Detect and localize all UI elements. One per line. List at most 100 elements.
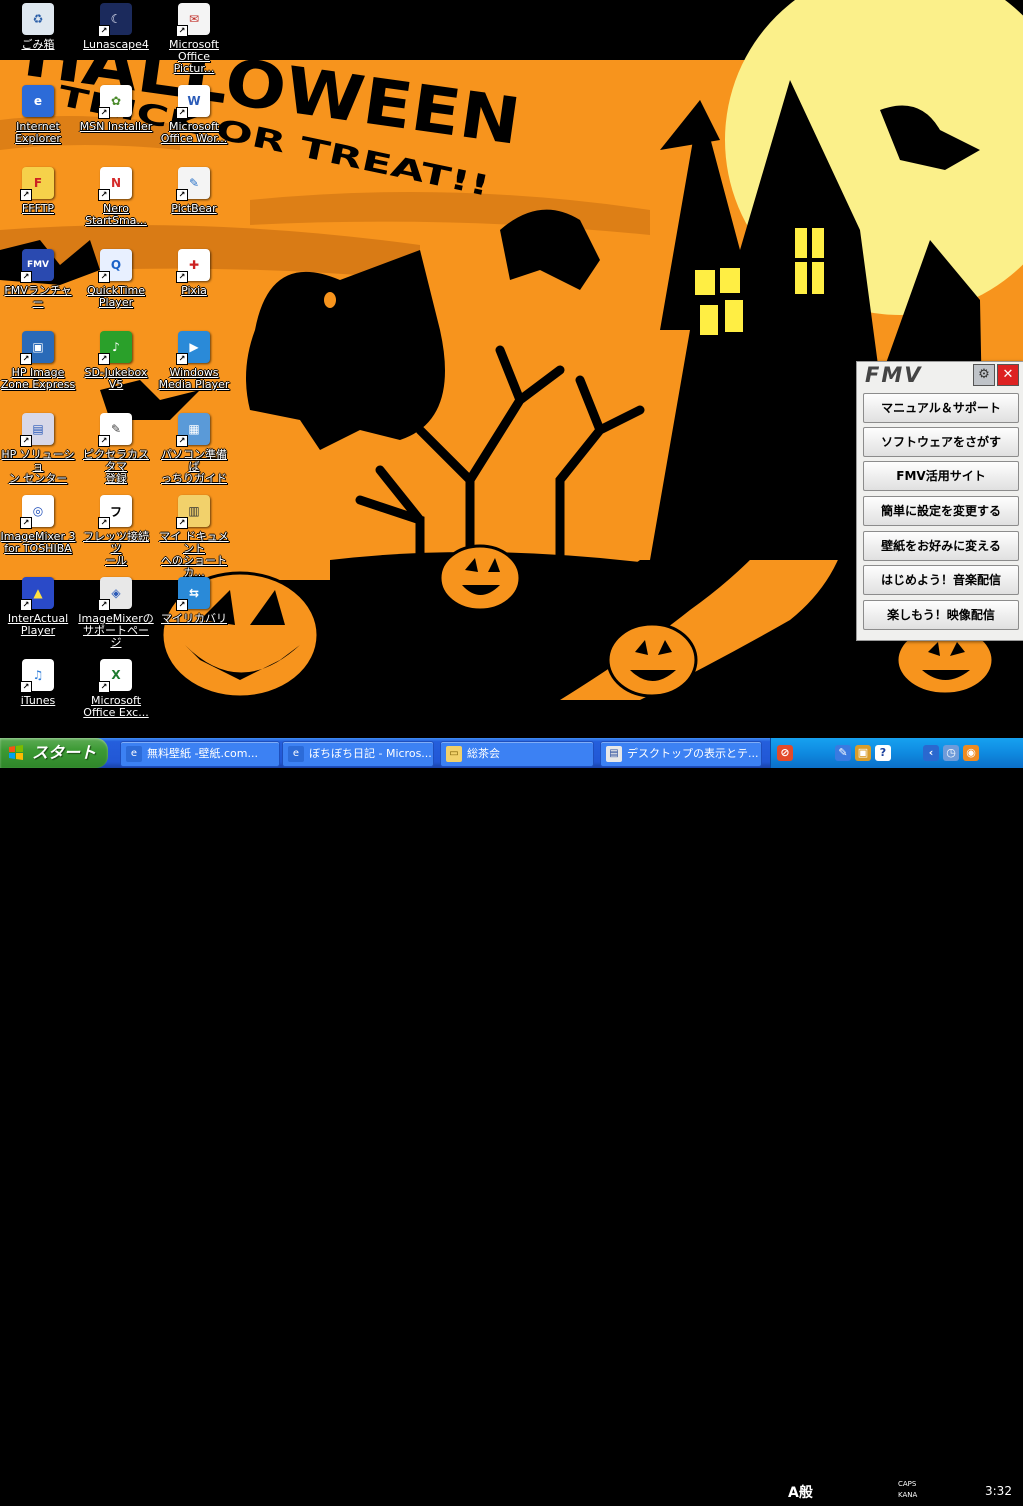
desktop-icon-imagemixer-support[interactable]: ◈ ↗ ImageMixerの サポートページ	[78, 576, 154, 654]
fmv-manual-support-button[interactable]: マニュアル＆サポート	[863, 393, 1019, 423]
fmv-music-button[interactable]: はじめよう！音楽配信	[863, 565, 1019, 595]
desktop-icon-media-player[interactable]: ▶ ↗ Windows Media Player	[156, 330, 232, 408]
desktop-icon-pixia[interactable]: ✚ ↗ Pixia	[156, 248, 232, 326]
shortcut-arrow-icon: ↗	[98, 353, 110, 365]
ie-window-icon: e	[126, 746, 142, 762]
desktop-icon-label: ImageMixerの サポートページ	[78, 612, 154, 649]
desktop-icon-label: Nero StartSma...	[85, 202, 147, 227]
wrench-icon[interactable]: ⚙	[973, 364, 995, 386]
tray-expand-chevron-icon[interactable]: ‹	[923, 745, 939, 761]
desktop-icon-quicktime[interactable]: Q ↗ QuickTime Player	[78, 248, 154, 326]
desktop-icon-itunes[interactable]: ♫ ↗ iTunes	[0, 658, 76, 736]
clock[interactable]: 3:32	[985, 1476, 1012, 1506]
desktop-icon-label: マイリカバリ	[161, 612, 227, 625]
fmv-wallpaper-button[interactable]: 壁紙をお好みに変える	[863, 531, 1019, 561]
desktop-icon-interactual[interactable]: ▲ ↗ InterActual Player	[0, 576, 76, 654]
task-label: 無料壁紙 -壁紙.com...	[147, 747, 258, 760]
recycle-bin-icon: ♻	[22, 3, 54, 35]
windows-flag-icon	[9, 745, 23, 760]
shortcut-arrow-icon: ↗	[176, 517, 188, 529]
quicktime-icon: Q ↗	[98, 249, 132, 283]
desktop-icon-lunascape[interactable]: ☾ ↗ Lunascape4	[78, 2, 154, 80]
shortcut-arrow-icon: ↗	[176, 599, 188, 611]
desktop-icon-label: Microsoft Office Pictur...	[168, 38, 220, 75]
task-button-folder[interactable]: ▭ 総茶会	[440, 741, 594, 767]
desktop-icon-my-documents[interactable]: ▥ ↗ マイ ドキュメント へのショートカ...	[156, 494, 232, 579]
tray-clock-app-icon[interactable]: ◷	[943, 745, 959, 761]
desktop-icon-label: FFFTP	[21, 202, 55, 215]
shortcut-arrow-icon: ↗	[176, 435, 188, 447]
ime-settings-icon[interactable]: ✎	[835, 745, 851, 761]
desktop-icon-label: FMVランチャー	[4, 284, 72, 309]
desktop-icon-pictbear[interactable]: ✎ ↗ PictBear	[156, 166, 232, 244]
desktop-icon-label: ImageMixer 3 for TOSHIBA	[0, 530, 76, 555]
desktop-icon-label: ごみ箱	[21, 38, 55, 51]
shortcut-arrow-icon: ↗	[20, 353, 32, 365]
desktop-icon-my-recovery[interactable]: ⇆ ↗ マイリカバリ	[156, 576, 232, 654]
desktop-icon-recycle-bin[interactable]: ♻ ごみ箱	[0, 2, 76, 80]
shortcut-arrow-icon: ↗	[98, 107, 110, 119]
shortcut-arrow-icon: ↗	[98, 435, 110, 447]
desktop-icon-label: HP ソリューショ ン センター	[1, 448, 75, 485]
desktop-icon-internet-explorer[interactable]: e Internet Explorer	[0, 84, 76, 162]
ime-mode-indicator[interactable]: A般	[788, 1482, 813, 1502]
pixia-icon: ✚ ↗	[176, 249, 210, 283]
desktop-icon-flets[interactable]: フ ↗ フレッツ接続ツ ール	[78, 494, 154, 572]
flets-icon: フ ↗	[98, 495, 132, 529]
desktop-icon-label: HP Image Zone Express	[0, 366, 76, 391]
desktop-icon-hp-image-zone[interactable]: ▣ ↗ HP Image Zone Express	[0, 330, 76, 408]
desktop-icon-label: マイ ドキュメント へのショートカ...	[159, 530, 229, 579]
fmv-launcher-icon: FMV ↗	[20, 249, 54, 283]
msn-icon: ✿ ↗	[98, 85, 132, 119]
desktop-icon-label: Pixia	[181, 284, 207, 297]
hp-image-zone-icon: ▣ ↗	[20, 331, 54, 365]
pc-guide-icon: ▦ ↗	[176, 413, 210, 447]
desktop-icon-excel[interactable]: X ↗ Microsoft Office Exc...	[78, 658, 154, 736]
desktop-icon-label: Microsoft Office Wor...	[160, 120, 228, 145]
desktop-icon-label: SD-Jukebox V5	[84, 366, 148, 391]
desktop-icon-pc-guide[interactable]: ▦ ↗ パソコン準備ば っちりガイド	[156, 412, 232, 490]
tray-security-icon[interactable]: ◉	[963, 745, 979, 761]
nero-icon: N ↗	[98, 167, 132, 201]
fmv-launcher-panel: FMV ⚙ ✕ マニュアル＆サポート ソフトウェアをさがす FMV活用サイト 簡…	[856, 361, 1023, 641]
task-button-diary[interactable]: e ぼちぼち日記 - Micros...	[282, 741, 434, 767]
task-button-wallpaper-site[interactable]: e 無料壁紙 -壁紙.com...	[120, 741, 280, 767]
office-picture-manager-icon: ✉ ↗	[176, 3, 210, 37]
ime-help-icon[interactable]: ?	[875, 745, 891, 761]
desktop-icon-label: フレッツ接続ツ ール	[83, 530, 149, 567]
desktop-icon-ffftp[interactable]: F ↗ FFFTP	[0, 166, 76, 244]
desktop-icon-label: InterActual Player	[7, 612, 69, 637]
imagemixer-support-icon: ◈ ↗	[98, 577, 132, 611]
fmv-change-settings-button[interactable]: 簡単に設定を変更する	[863, 496, 1019, 526]
start-button[interactable]: スタート	[0, 738, 108, 768]
ime-toolbar-icon[interactable]: ⊘	[777, 745, 793, 761]
hp-solution-center-icon: ▤ ↗	[20, 413, 54, 447]
desktop-icon-nero[interactable]: N ↗ Nero StartSma...	[78, 166, 154, 244]
shortcut-arrow-icon: ↗	[176, 107, 188, 119]
desktop-icon-sd-jukebox[interactable]: ♪ ↗ SD-Jukebox V5	[78, 330, 154, 408]
shortcut-arrow-icon: ↗	[20, 189, 32, 201]
task-button-desktop-help[interactable]: ▤ デスクトップの表示とテ...	[600, 741, 762, 767]
desktop-icon-hp-solution-center[interactable]: ▤ ↗ HP ソリューショ ン センター	[0, 412, 76, 490]
folder-icon: ▭	[446, 746, 462, 762]
lunascape-icon: ☾ ↗	[98, 3, 132, 37]
desktop-icon-fmv-launcher[interactable]: FMV ↗ FMVランチャー	[0, 248, 76, 326]
close-icon[interactable]: ✕	[997, 364, 1019, 386]
ime-dictionary-icon[interactable]: ▣	[855, 745, 871, 761]
taskbar: スタート e 無料壁紙 -壁紙.com... e ぼちぼち日記 - Micros…	[0, 738, 1023, 1501]
desktop-icon-imagemixer[interactable]: ◎ ↗ ImageMixer 3 for TOSHIBA	[0, 494, 76, 572]
desktop-icon-msn[interactable]: ✿ ↗ MSN Installer	[78, 84, 154, 162]
desktop-icon-pixela-registration[interactable]: ✎ ↗ ピクセラカスタマ 登録	[78, 412, 154, 490]
desktop-icon-word[interactable]: W ↗ Microsoft Office Wor...	[156, 84, 232, 162]
fmv-video-button[interactable]: 楽しもう！映像配信	[863, 600, 1019, 630]
excel-icon: X ↗	[98, 659, 132, 693]
desktop-icon-office-picture-manager[interactable]: ✉ ↗ Microsoft Office Pictur...	[156, 2, 232, 80]
fmv-site-button[interactable]: FMV活用サイト	[863, 461, 1019, 491]
task-label: ぼちぼち日記 - Micros...	[309, 747, 432, 760]
itunes-icon: ♫ ↗	[20, 659, 54, 693]
fmv-find-software-button[interactable]: ソフトウェアをさがす	[863, 427, 1019, 457]
kana-indicator: KANA	[898, 1491, 918, 1499]
my-recovery-icon: ⇆ ↗	[176, 577, 210, 611]
shortcut-arrow-icon: ↗	[176, 271, 188, 283]
shortcut-arrow-icon: ↗	[98, 517, 110, 529]
